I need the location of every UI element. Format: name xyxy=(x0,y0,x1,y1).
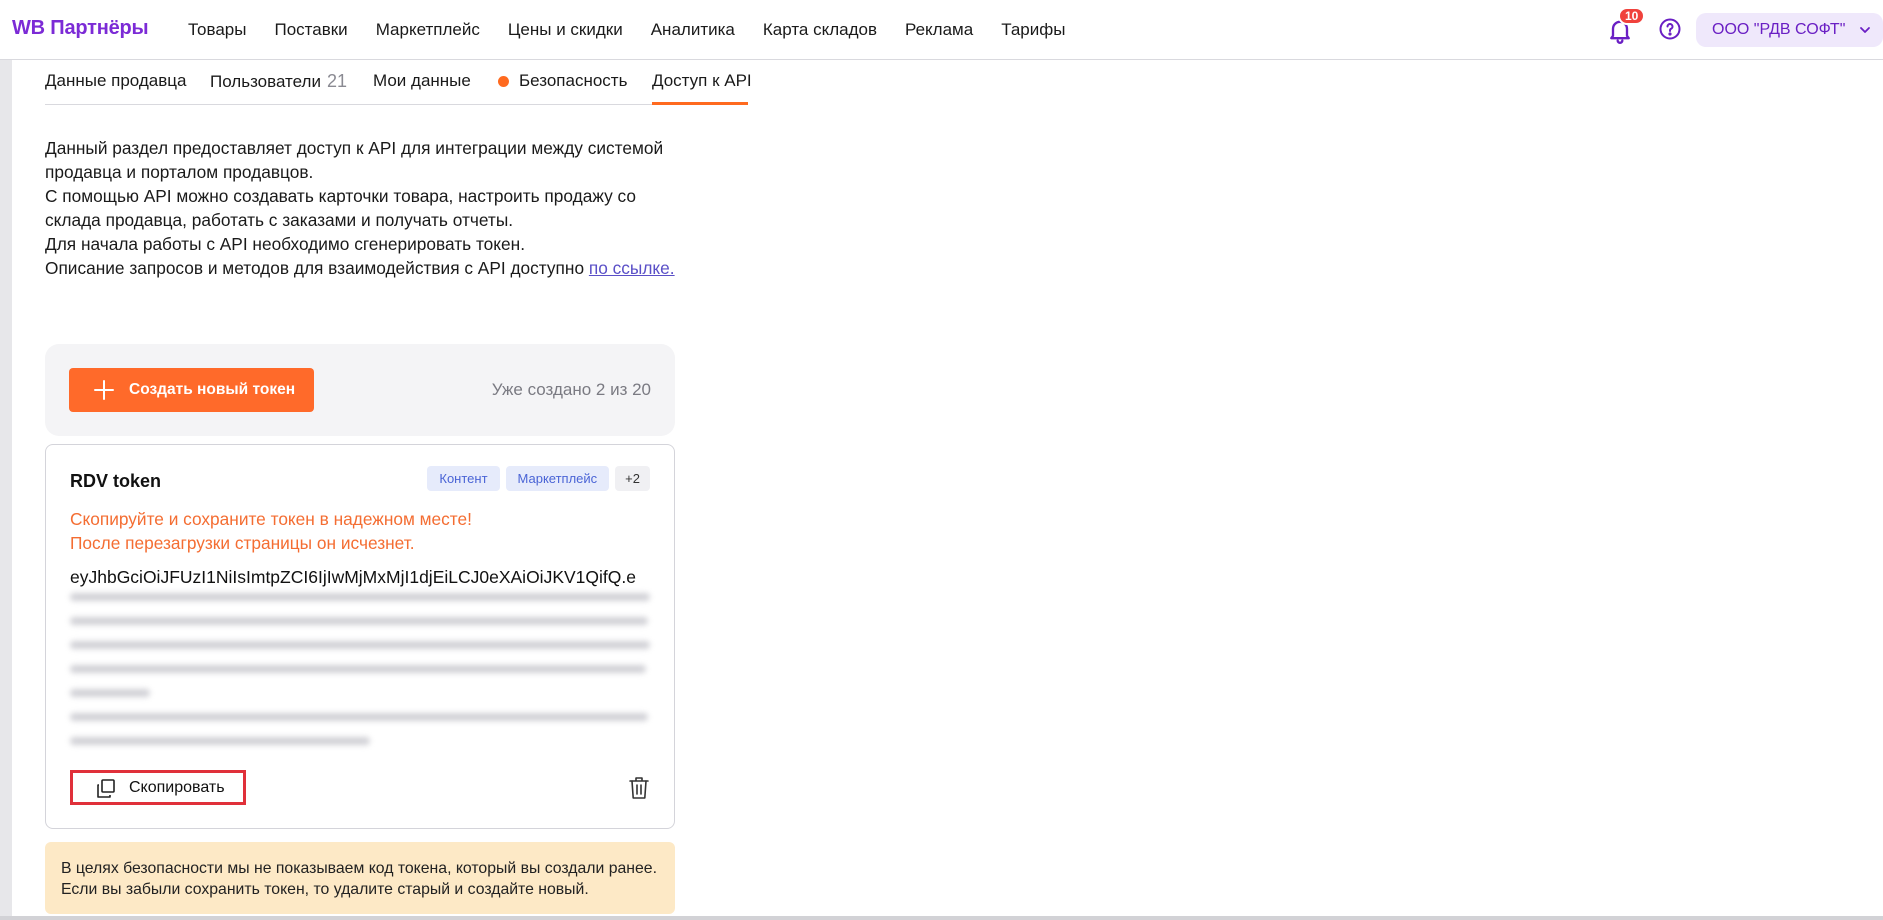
logo[interactable]: WB Партнёры xyxy=(12,17,149,40)
bottom-divider xyxy=(0,916,1883,920)
scope-tag: Контент xyxy=(427,466,500,491)
security-alert-dot xyxy=(498,76,509,87)
scope-tag: Маркетплейс xyxy=(505,466,610,491)
plus-icon xyxy=(94,380,114,400)
nav-item-goods[interactable]: Товары xyxy=(188,20,246,40)
nav-item-marketplace[interactable]: Маркетплейс xyxy=(376,20,480,40)
chevron-down-icon xyxy=(1860,27,1870,33)
question-circle-icon[interactable] xyxy=(1658,17,1682,41)
users-count: 21 xyxy=(326,71,347,91)
tab-users[interactable]: Пользователи 21 xyxy=(210,71,347,92)
active-tab-indicator xyxy=(652,102,748,105)
security-notice: В целях безопасности мы не показываем ко… xyxy=(45,842,675,914)
copy-token-button[interactable]: Скопировать xyxy=(70,770,246,805)
nav-item-tariffs[interactable]: Тарифы xyxy=(1001,20,1065,40)
tab-security[interactable]: Безопасность xyxy=(519,71,627,91)
top-bar: WB Партнёры Товары Поставки Маркетплейс … xyxy=(0,0,1883,60)
nav-item-analytics[interactable]: Аналитика xyxy=(651,20,735,40)
warning-line: Скопируйте и сохраните токен в надежном … xyxy=(70,509,472,529)
token-scope-tags: Контент Маркетплейс +2 xyxy=(427,466,650,491)
notification-count-badge: 10 xyxy=(1618,7,1646,25)
nav-item-prices[interactable]: Цены и скидки xyxy=(508,20,623,40)
trash-icon[interactable] xyxy=(628,776,650,800)
token-value-blurred xyxy=(70,593,650,753)
nav-item-warehouses-map[interactable]: Карта складов xyxy=(763,20,877,40)
organization-selector[interactable]: ООО "РДВ СОФТ" xyxy=(1696,13,1883,47)
settings-tabs: Данные продавца Пользователи 21 Мои данны… xyxy=(45,60,752,105)
tab-api-access[interactable]: Доступ к API xyxy=(652,71,752,91)
organization-name: ООО "РДВ СОФТ" xyxy=(1712,21,1846,38)
token-warning: Скопируйте и сохраните токен в надежном … xyxy=(70,507,472,555)
left-strip xyxy=(0,60,12,920)
description-line: Для начала работы с API необходимо сгене… xyxy=(45,234,526,254)
nav-item-ads[interactable]: Реклама xyxy=(905,20,973,40)
tab-seller-data[interactable]: Данные продавца xyxy=(45,71,186,91)
tab-my-data[interactable]: Мои данные xyxy=(373,71,471,91)
tab-users-label: Пользователи xyxy=(210,72,321,91)
description-line: Данный раздел предоставляет доступ к API… xyxy=(45,138,664,182)
docs-link[interactable]: по ссылке. xyxy=(589,258,675,278)
nav-item-supplies[interactable]: Поставки xyxy=(274,20,347,40)
more-scopes-tag[interactable]: +2 xyxy=(615,466,650,491)
token-card: RDV token Контент Маркетплейс +2 Скопиру… xyxy=(45,444,675,829)
create-token-label: Создать новый токен xyxy=(129,381,296,398)
token-value: eyJhbGciOiJFUzI1NiIsImtpZCI6IjIwMjMxMjI1… xyxy=(70,567,636,587)
create-token-button[interactable]: Создать новый токен xyxy=(69,368,314,412)
warning-line: После перезагрузки страницы он исчезнет. xyxy=(70,533,415,553)
description-line: Описание запросов и методов для взаимоде… xyxy=(45,256,685,280)
main-nav: Товары Поставки Маркетплейс Цены и скидк… xyxy=(188,20,1093,40)
description-text: Описание запросов и методов для взаимоде… xyxy=(45,258,585,278)
description-line: С помощью API можно создавать карточки т… xyxy=(45,186,636,230)
copy-icon xyxy=(97,779,115,798)
api-description: Данный раздел предоставляет доступ к API… xyxy=(45,136,685,280)
create-token-panel: Создать новый токен Уже создано 2 из 20 xyxy=(45,344,675,436)
token-name: RDV token xyxy=(70,471,162,491)
copy-token-label: Скопировать xyxy=(129,779,225,796)
tokens-created-count: Уже создано 2 из 20 xyxy=(491,380,651,399)
